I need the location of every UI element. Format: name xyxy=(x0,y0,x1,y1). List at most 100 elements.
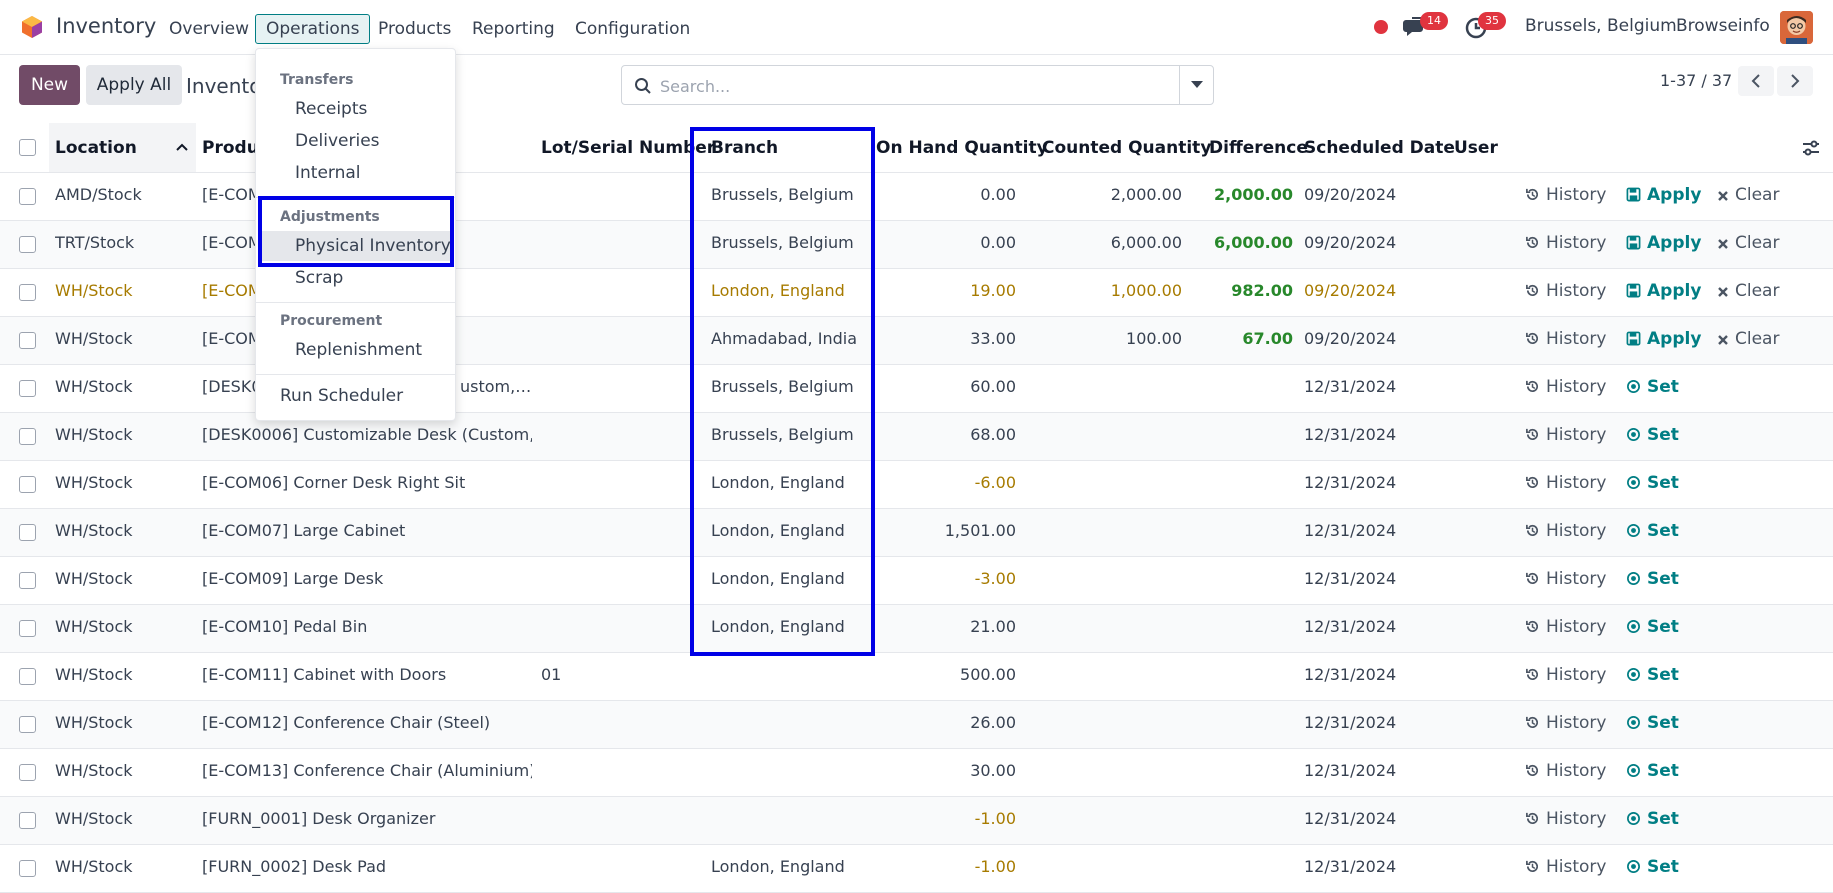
column-location[interactable]: Location xyxy=(55,138,137,158)
row-checkbox[interactable] xyxy=(19,476,36,493)
cell-counted[interactable]: 6,000.00 xyxy=(1042,233,1182,252)
history-button[interactable]: History xyxy=(1525,713,1606,733)
cell-counted[interactable]: 100.00 xyxy=(1042,329,1182,348)
column-counted[interactable]: Counted Quantity xyxy=(1042,138,1211,158)
menu-item-receipts[interactable]: Receipts xyxy=(295,99,367,119)
menu-configuration[interactable]: Configuration xyxy=(564,14,701,44)
recording-indicator-icon[interactable] xyxy=(1374,20,1388,34)
select-all-checkbox[interactable] xyxy=(19,139,36,156)
menu-item-physical-inventory[interactable]: Physical Inventory xyxy=(261,231,451,261)
clear-button[interactable]: Clear xyxy=(1717,281,1779,301)
new-button[interactable]: New xyxy=(19,65,80,105)
set-button[interactable]: Set xyxy=(1626,473,1679,493)
row-checkbox[interactable] xyxy=(19,668,36,685)
history-label: History xyxy=(1546,665,1607,685)
pager-value[interactable]: 1-37 / 37 xyxy=(1660,71,1732,90)
pager-next-button[interactable] xyxy=(1777,66,1813,96)
history-button[interactable]: History xyxy=(1525,185,1606,205)
history-button[interactable]: History xyxy=(1525,857,1606,877)
set-button[interactable]: Set xyxy=(1626,425,1679,445)
history-button[interactable]: History xyxy=(1525,809,1606,829)
row-checkbox[interactable] xyxy=(19,620,36,637)
set-button[interactable]: Set xyxy=(1626,569,1679,589)
row-checkbox[interactable] xyxy=(19,716,36,733)
row-checkbox[interactable] xyxy=(19,428,36,445)
history-button[interactable]: History xyxy=(1525,521,1606,541)
pager-previous-button[interactable] xyxy=(1738,66,1774,96)
row-checkbox[interactable] xyxy=(19,812,36,829)
table-row[interactable]: WH/Stock [E-COM07] Large Cabinet London, E… xyxy=(0,509,1833,557)
row-checkbox[interactable] xyxy=(19,380,36,397)
column-scheduled-date[interactable]: Scheduled Date xyxy=(1304,138,1455,158)
menu-item-scrap[interactable]: Scrap xyxy=(295,268,343,288)
table-row[interactable]: WH/Stock [E-COM12] Conference Chair (Stee… xyxy=(0,701,1833,749)
set-button[interactable]: Set xyxy=(1626,521,1679,541)
sort-ascending-icon[interactable] xyxy=(176,143,188,151)
clear-button[interactable]: Clear xyxy=(1717,185,1779,205)
table-row[interactable]: WH/Stock [E-COM13] Conference Chair (Alum… xyxy=(0,749,1833,797)
set-button[interactable]: Set xyxy=(1626,377,1679,397)
row-checkbox[interactable] xyxy=(19,284,36,301)
table-row[interactable]: WH/Stock [E-COM10] Pedal Bin London, Engla… xyxy=(0,605,1833,653)
set-button[interactable]: Set xyxy=(1626,857,1679,877)
row-checkbox[interactable] xyxy=(19,188,36,205)
menu-products[interactable]: Products xyxy=(367,14,462,44)
menu-item-run-scheduler[interactable]: Run Scheduler xyxy=(280,386,403,406)
row-checkbox[interactable] xyxy=(19,332,36,349)
menu-item-replenishment[interactable]: Replenishment xyxy=(295,340,422,360)
history-button[interactable]: History xyxy=(1525,377,1606,397)
history-button[interactable]: History xyxy=(1525,569,1606,589)
row-checkbox[interactable] xyxy=(19,524,36,541)
clear-button[interactable]: Clear xyxy=(1717,329,1779,349)
column-difference[interactable]: Difference xyxy=(1209,138,1308,158)
history-button[interactable]: History xyxy=(1525,617,1606,637)
column-on-hand[interactable]: On Hand Quantity xyxy=(876,138,1048,158)
table-row[interactable]: WH/Stock [FURN_0002] Desk Pad London, Engl… xyxy=(0,845,1833,893)
history-button[interactable]: History xyxy=(1525,665,1606,685)
column-product[interactable]: Product xyxy=(202,138,262,158)
set-button[interactable]: Set xyxy=(1626,617,1679,637)
company-switcher[interactable]: Brussels, Belgium xyxy=(1525,16,1677,36)
history-button[interactable]: History xyxy=(1525,761,1606,781)
search-options-toggle[interactable] xyxy=(1179,66,1213,104)
cell-counted[interactable]: 2,000.00 xyxy=(1042,185,1182,204)
history-button[interactable]: History xyxy=(1525,329,1606,349)
app-name[interactable]: Inventory xyxy=(56,14,156,38)
apply-all-button[interactable]: Apply All xyxy=(86,65,182,105)
history-button[interactable]: History xyxy=(1525,281,1606,301)
apply-button[interactable]: Apply xyxy=(1626,329,1701,349)
history-button[interactable]: History xyxy=(1525,233,1606,253)
optional-columns-icon[interactable] xyxy=(1802,139,1820,157)
menu-operations[interactable]: Operations xyxy=(255,14,371,44)
cell-counted[interactable]: 1,000.00 xyxy=(1042,281,1182,300)
row-checkbox[interactable] xyxy=(19,860,36,877)
user-name[interactable]: Browseinfo xyxy=(1676,16,1770,36)
menu-overview[interactable]: Overview xyxy=(158,14,260,44)
set-button[interactable]: Set xyxy=(1626,713,1679,733)
set-button[interactable]: Set xyxy=(1626,761,1679,781)
row-checkbox[interactable] xyxy=(19,236,36,253)
apply-button[interactable]: Apply xyxy=(1626,281,1701,301)
set-button[interactable]: Set xyxy=(1626,665,1679,685)
inventory-logo-icon[interactable] xyxy=(20,15,44,39)
column-lot-serial[interactable]: Lot/Serial Number xyxy=(541,138,715,158)
table-row[interactable]: WH/Stock [FURN_0001] Desk Organizer -1.00 1… xyxy=(0,797,1833,845)
history-button[interactable]: History xyxy=(1525,425,1606,445)
apply-button[interactable]: Apply xyxy=(1626,233,1701,253)
search-input[interactable] xyxy=(660,74,1180,98)
clear-button[interactable]: Clear xyxy=(1717,233,1779,253)
row-checkbox[interactable] xyxy=(19,572,36,589)
column-user[interactable]: User xyxy=(1454,138,1498,158)
menu-item-internal[interactable]: Internal xyxy=(295,163,361,183)
menu-reporting[interactable]: Reporting xyxy=(461,14,566,44)
table-row[interactable]: WH/Stock [E-COM11] Cabinet with Doors 01 50… xyxy=(0,653,1833,701)
history-button[interactable]: History xyxy=(1525,473,1606,493)
table-row[interactable]: WH/Stock [E-COM09] Large Desk London, Engl… xyxy=(0,557,1833,605)
menu-item-deliveries[interactable]: Deliveries xyxy=(295,131,380,151)
table-row[interactable]: WH/Stock [E-COM06] Corner Desk Right Sit L… xyxy=(0,461,1833,509)
apply-button[interactable]: Apply xyxy=(1626,185,1701,205)
user-avatar[interactable] xyxy=(1780,11,1813,44)
row-checkbox[interactable] xyxy=(19,764,36,781)
column-branch[interactable]: Branch xyxy=(711,138,778,158)
set-button[interactable]: Set xyxy=(1626,809,1679,829)
